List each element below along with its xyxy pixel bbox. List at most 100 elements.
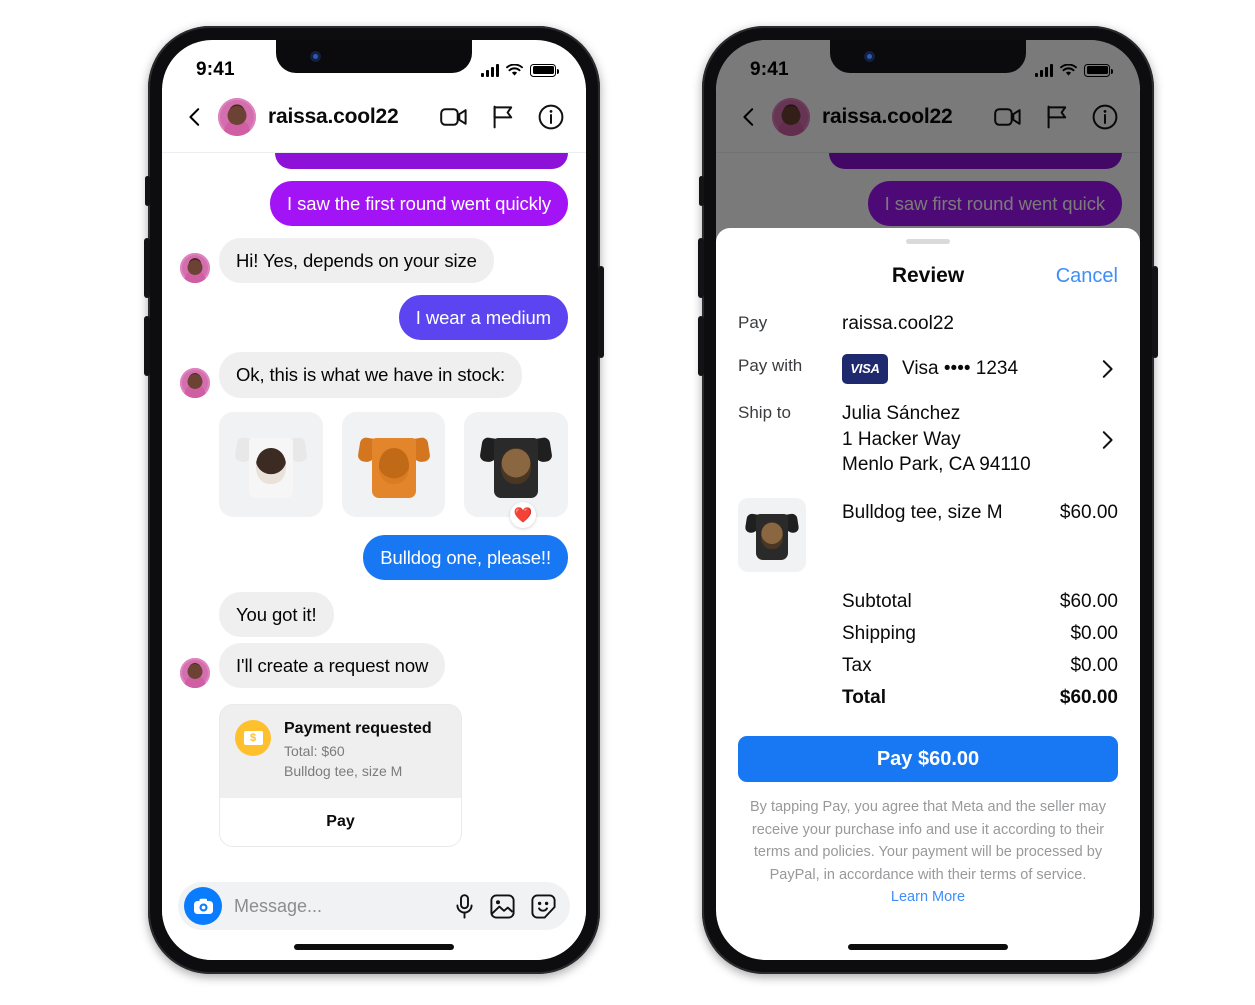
subtotal-label: Subtotal: [842, 591, 912, 613]
chevron-right-icon[interactable]: [1096, 429, 1118, 451]
front-camera-icon: [864, 51, 875, 62]
tshirt-icon: [479, 428, 553, 500]
avatar[interactable]: [180, 253, 210, 284]
sheet-header: Review Cancel: [738, 244, 1118, 294]
avatar[interactable]: [180, 367, 210, 398]
message-row: I wear a medium: [180, 295, 568, 341]
info-circle-icon[interactable]: [538, 104, 564, 130]
pay-recipient-value: raissa.cool22: [842, 313, 954, 334]
power-button[interactable]: [1152, 266, 1158, 358]
cellular-bars-icon: [1035, 63, 1053, 77]
order-totals: Subtotal $60.00 Shipping $0.00 Tax $0.00…: [738, 586, 1118, 714]
ship-to-label: Ship to: [738, 402, 791, 422]
chat-header: raissa.cool22: [162, 88, 586, 153]
volume-down-button[interactable]: [698, 316, 704, 376]
battery-full-icon: [530, 63, 559, 77]
order-item-row: Bulldog tee, size M $60.00: [738, 478, 1118, 573]
ship-to-value: Julia Sánchez 1 Hacker Way Menlo Park, C…: [842, 401, 1096, 478]
wifi-icon: [506, 63, 523, 76]
ship-to-line-2: 1 Hacker Way: [842, 428, 961, 450]
chevron-right-icon[interactable]: [1096, 358, 1118, 380]
product-item-bulldog-tee[interactable]: ❤️: [464, 411, 569, 528]
video-camera-icon[interactable]: [440, 106, 468, 128]
status-time: 9:41: [196, 59, 235, 80]
pay-button[interactable]: Pay: [220, 798, 461, 847]
message-list[interactable]: I saw the first round went quickly Hi! Y…: [162, 153, 586, 871]
message-row: You got it!: [180, 591, 568, 637]
phone-left: 9:41 raissa.cool22 I saw the first round…: [144, 26, 604, 974]
avatar[interactable]: [180, 657, 210, 688]
header-actions: [440, 104, 564, 130]
silent-switch[interactable]: [699, 176, 704, 206]
learn-more-link[interactable]: Learn More: [891, 889, 965, 905]
message-bubble-partial: [275, 153, 568, 169]
home-indicator[interactable]: [848, 944, 1008, 950]
front-camera-icon: [310, 51, 321, 62]
power-button[interactable]: [598, 266, 604, 358]
ship-to-row[interactable]: Ship to Julia Sánchez 1 Hacker Way Menlo…: [738, 384, 1118, 478]
composer-actions: [455, 893, 556, 919]
home-indicator[interactable]: [294, 944, 454, 950]
flag-icon[interactable]: [492, 105, 514, 129]
ship-to-line-1: Julia Sánchez: [842, 402, 961, 424]
message-bubble[interactable]: I saw the first round went quickly: [270, 181, 568, 227]
total-row-tax: Tax $0.00: [842, 650, 1118, 682]
total-row-subtotal: Subtotal $60.00: [842, 586, 1118, 618]
avatar[interactable]: [218, 98, 256, 136]
photo-gallery-icon[interactable]: [490, 893, 515, 919]
message-bubble[interactable]: Hi! Yes, depends on your size: [219, 238, 494, 284]
ship-to-line-3: Menlo Park, CA 94110: [842, 454, 1031, 476]
subtotal-value: $60.00: [1059, 591, 1118, 613]
tshirt-icon: [744, 507, 800, 563]
sticker-smiley-icon[interactable]: [531, 893, 556, 919]
product-item-collie-tee[interactable]: [219, 411, 323, 517]
notch: [830, 40, 1026, 73]
message-row: Hi! Yes, depends on your size: [180, 238, 568, 284]
composer-bar[interactable]: Message...: [178, 882, 570, 930]
camera-icon[interactable]: [184, 887, 222, 925]
message-row: I'll create a request now: [180, 642, 568, 688]
pay-with-row[interactable]: Pay with VISA Visa •••• 1234: [738, 337, 1118, 384]
pay-with-value: VISA Visa •••• 1234: [842, 353, 1096, 384]
payment-request-text: Payment requested Total: $60 Bulldog tee…: [284, 720, 432, 782]
search-input[interactable]: Message...: [234, 896, 443, 917]
message-bubble[interactable]: Ok, this is what we have in stock:: [219, 352, 523, 398]
pay-amount-button[interactable]: Pay $60.00: [738, 736, 1118, 783]
status-indicators: [1035, 63, 1113, 77]
status-indicators: [481, 63, 559, 77]
order-item-name: Bulldog tee, size M: [842, 502, 1003, 524]
silent-switch[interactable]: [145, 176, 150, 206]
status-time: 9:41: [750, 59, 789, 80]
back-chevron-icon[interactable]: [184, 106, 206, 128]
phone-right: 9:41 raissa.cool22: [698, 26, 1158, 974]
volume-up-button[interactable]: [698, 238, 704, 298]
bulldog-tee-thumb[interactable]: [738, 498, 806, 573]
card-number: Visa •••• 1234: [902, 357, 1019, 379]
message-bubble[interactable]: You got it!: [219, 591, 334, 637]
cancel-button[interactable]: Cancel: [1056, 265, 1118, 288]
shipping-value: $0.00: [1070, 623, 1118, 645]
payment-request-item: Bulldog tee, size M: [284, 763, 403, 780]
message-row: I saw the first round went quickly: [180, 181, 568, 227]
visa-wordmark: VISA: [850, 361, 880, 377]
message-bubble[interactable]: I wear a medium: [398, 295, 568, 341]
heart-reaction-icon[interactable]: ❤️: [510, 501, 537, 528]
total-label: Total: [842, 687, 886, 709]
tax-value: $0.00: [1070, 655, 1118, 677]
avatar-spacer: [180, 607, 210, 637]
phone-right-screen: 9:41 raissa.cool22: [716, 40, 1140, 960]
product-item-retriever-tee[interactable]: [341, 411, 446, 517]
volume-up-button[interactable]: [144, 238, 150, 298]
microphone-icon[interactable]: [455, 893, 474, 919]
wifi-icon: [1060, 63, 1077, 76]
payment-review-sheet: Review Cancel Pay raissa.cool22 Pay with…: [716, 228, 1140, 960]
message-bubble[interactable]: Bulldog one, please!!: [363, 534, 568, 580]
payment-request-total: Total: $60: [284, 742, 345, 759]
message-row: Bulldog one, please!!: [180, 534, 568, 580]
product-carousel[interactable]: ❤️: [219, 411, 569, 528]
message-bubble[interactable]: I'll create a request now: [219, 642, 446, 688]
volume-down-button[interactable]: [144, 316, 150, 376]
shipping-label: Shipping: [842, 623, 916, 645]
payment-request-card[interactable]: $ Payment requested Total: $60 Bulldog t…: [219, 703, 462, 848]
notch: [276, 40, 472, 73]
